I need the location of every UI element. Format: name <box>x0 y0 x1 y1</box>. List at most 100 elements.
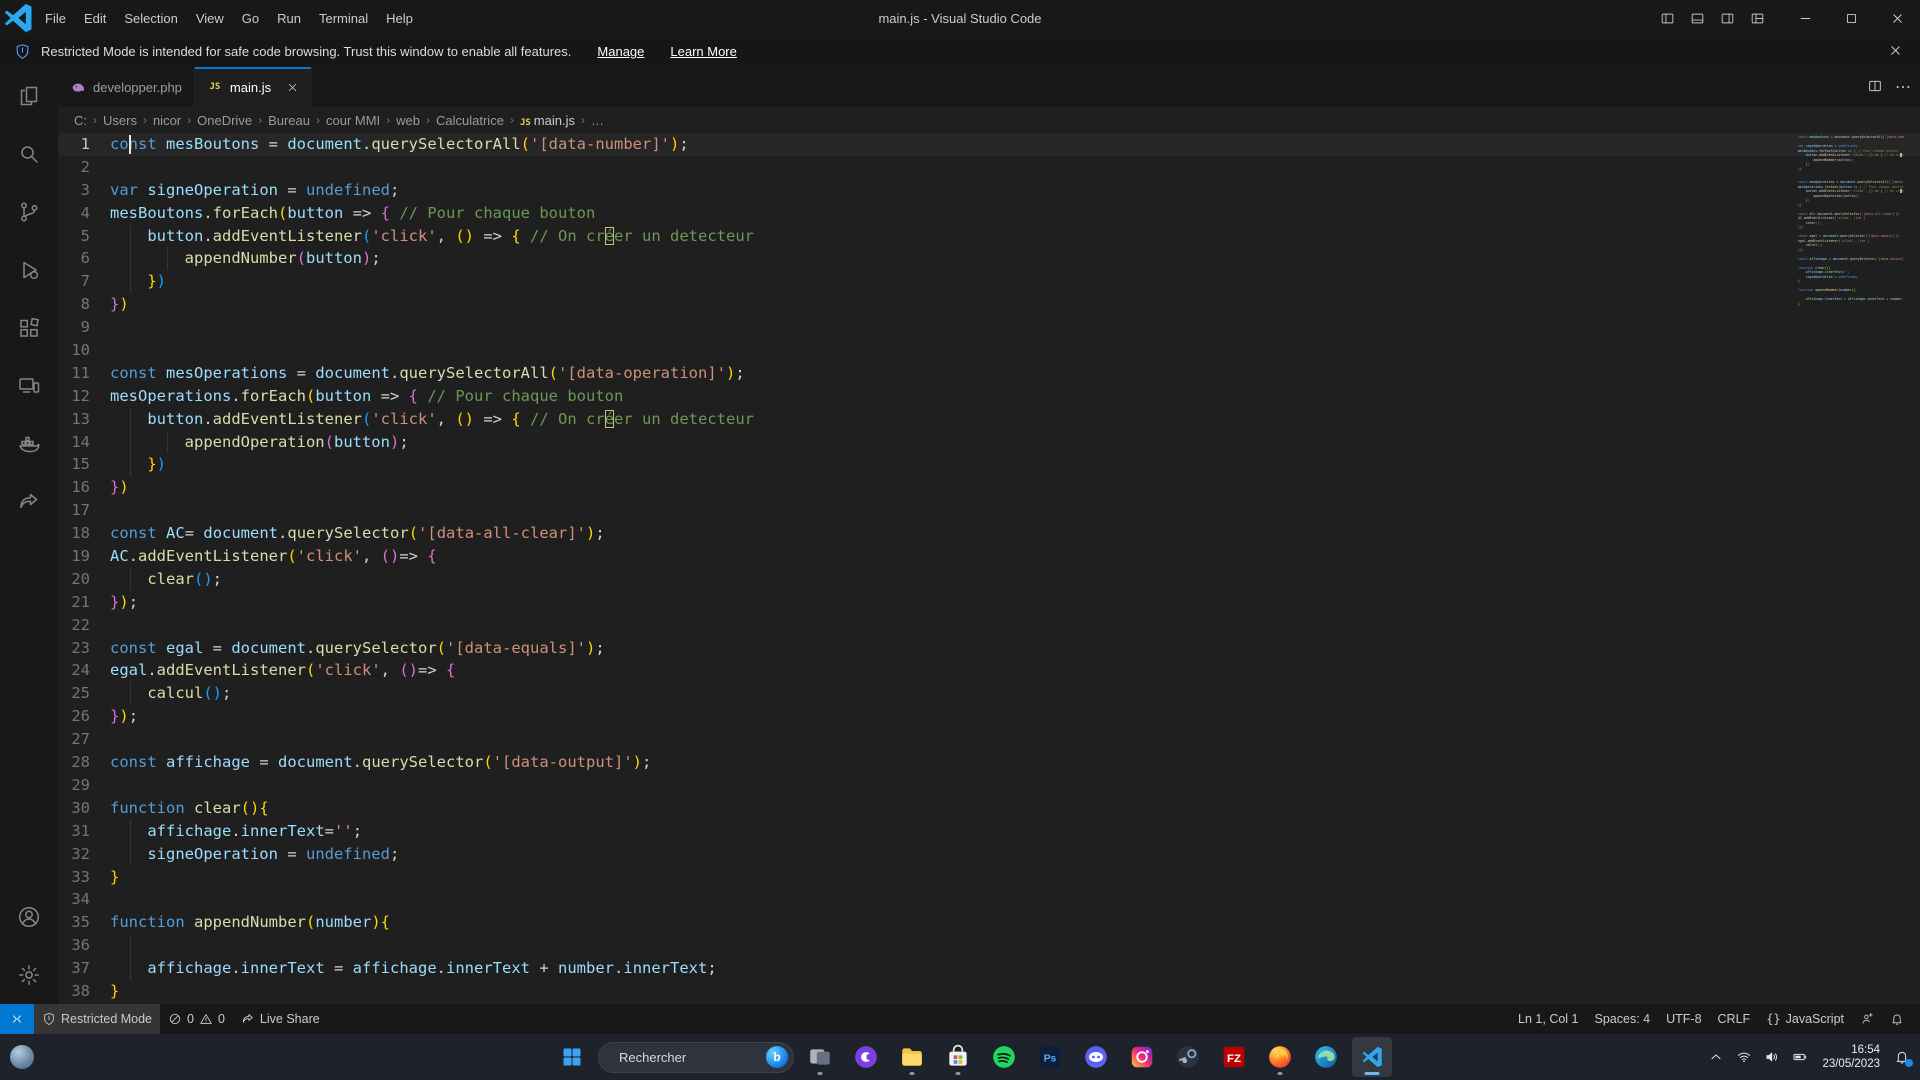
line-number[interactable]: 10 <box>58 339 110 362</box>
code-line[interactable]: 25 calcul(); <box>58 682 1920 705</box>
code-line[interactable]: 28const affichage = document.querySelect… <box>58 751 1920 774</box>
taskbar-search[interactable]: Rechercher b <box>598 1042 794 1073</box>
taskbar-clock[interactable]: 16:54 23/05/2023 <box>1816 1043 1886 1071</box>
layout-sidebar-left-icon[interactable] <box>1652 4 1682 32</box>
code-editor[interactable]: 1const mesBoutons = document.querySelect… <box>58 133 1920 1004</box>
line-number[interactable]: 29 <box>58 774 110 797</box>
line-number[interactable]: 5 <box>58 225 110 248</box>
taskbar-app-microsoft-store[interactable] <box>938 1037 978 1077</box>
line-number[interactable]: 14 <box>58 431 110 454</box>
code-line[interactable]: 24egal.addEventListener('click', ()=> { <box>58 659 1920 682</box>
code-line[interactable]: 21}); <box>58 591 1920 614</box>
line-number[interactable]: 37 <box>58 957 110 980</box>
line-number[interactable]: 15 <box>58 453 110 476</box>
line-number[interactable]: 17 <box>58 499 110 522</box>
code-line[interactable]: 35function appendNumber(number){ <box>58 911 1920 934</box>
code-line[interactable]: 32 signeOperation = undefined; <box>58 843 1920 866</box>
code-line[interactable]: 4mesBoutons.forEach(button => { // Pour … <box>58 202 1920 225</box>
status-cursor-position[interactable]: Ln 1, Col 1 <box>1510 1004 1586 1034</box>
menu-help[interactable]: Help <box>377 7 422 30</box>
code-line[interactable]: 1const mesBoutons = document.querySelect… <box>58 133 1920 156</box>
volume-icon[interactable] <box>1760 1044 1784 1070</box>
tab-developper.php[interactable]: developper.php <box>58 67 195 107</box>
breadcrumb-item[interactable]: Users <box>103 113 137 128</box>
code-line[interactable]: 18const AC= document.querySelector('[dat… <box>58 522 1920 545</box>
line-number[interactable]: 25 <box>58 682 110 705</box>
line-number[interactable]: 20 <box>58 568 110 591</box>
status-encoding[interactable]: UTF-8 <box>1658 1004 1709 1034</box>
code-line[interactable]: 6 appendNumber(button); <box>58 247 1920 270</box>
activity-settings[interactable] <box>0 946 58 1004</box>
split-editor-icon[interactable] <box>1867 78 1883 97</box>
breadcrumb-item[interactable]: web <box>396 113 420 128</box>
line-number[interactable]: 16 <box>58 476 110 499</box>
more-icon[interactable]: ⋯ <box>1895 77 1912 97</box>
code-line[interactable]: 16}) <box>58 476 1920 499</box>
layout-sidebar-right-icon[interactable] <box>1712 4 1742 32</box>
code-line[interactable]: 38} <box>58 980 1920 1003</box>
line-number[interactable]: 23 <box>58 637 110 660</box>
line-number[interactable]: 3 <box>58 179 110 202</box>
menu-run[interactable]: Run <box>268 7 310 30</box>
status-live-share[interactable]: Live Share <box>233 1004 328 1034</box>
activity-explorer[interactable] <box>0 67 58 125</box>
layout-panel-icon[interactable] <box>1682 4 1712 32</box>
breadcrumb-item[interactable]: C: <box>74 113 87 128</box>
breadcrumb-item[interactable]: OneDrive <box>197 113 252 128</box>
tab-close-icon[interactable] <box>286 81 299 94</box>
activity-live-share[interactable] <box>0 473 58 531</box>
code-line[interactable]: 30function clear(){ <box>58 797 1920 820</box>
taskbar-app-discord[interactable] <box>1076 1037 1116 1077</box>
taskbar-app-file-explorer[interactable] <box>892 1037 932 1077</box>
menu-terminal[interactable]: Terminal <box>310 7 377 30</box>
taskbar-app-game[interactable] <box>1168 1037 1208 1077</box>
breadcrumb-item[interactable]: nicor <box>153 113 181 128</box>
code-line[interactable]: 2 <box>58 156 1920 179</box>
taskbar-app-vscode[interactable] <box>1352 1037 1392 1077</box>
status-eol-sequence[interactable]: CRLF <box>1710 1004 1759 1034</box>
taskbar-app-clipchamp[interactable] <box>846 1037 886 1077</box>
line-number[interactable]: 6 <box>58 247 110 270</box>
line-number[interactable]: 27 <box>58 728 110 751</box>
taskbar-app-edge[interactable] <box>1306 1037 1346 1077</box>
status-language-mode[interactable]: {}JavaScript <box>1758 1004 1852 1034</box>
status-notifications[interactable] <box>1882 1004 1912 1034</box>
activity-search[interactable] <box>0 125 58 183</box>
notification-bell-icon[interactable] <box>1890 1044 1914 1070</box>
activity-accounts[interactable] <box>0 888 58 946</box>
line-number[interactable]: 12 <box>58 385 110 408</box>
line-number[interactable]: 24 <box>58 659 110 682</box>
breadcrumb-symbol[interactable]: … <box>591 113 604 128</box>
status-feedback[interactable] <box>1852 1004 1882 1034</box>
line-number[interactable]: 7 <box>58 270 110 293</box>
tray-chevron-up-icon[interactable] <box>1704 1044 1728 1070</box>
line-number[interactable]: 9 <box>58 316 110 339</box>
code-line[interactable]: 9 <box>58 316 1920 339</box>
activity-extensions[interactable] <box>0 299 58 357</box>
line-number[interactable]: 32 <box>58 843 110 866</box>
line-number[interactable]: 28 <box>58 751 110 774</box>
line-number[interactable]: 34 <box>58 888 110 911</box>
maximize-button[interactable] <box>1828 0 1874 36</box>
code-line[interactable]: 8}) <box>58 293 1920 316</box>
menu-view[interactable]: View <box>187 7 233 30</box>
line-number[interactable]: 4 <box>58 202 110 225</box>
taskbar-app-firefox[interactable] <box>1260 1037 1300 1077</box>
status-indentation[interactable]: Spaces: 4 <box>1587 1004 1659 1034</box>
line-number[interactable]: 26 <box>58 705 110 728</box>
widgets-icon[interactable] <box>10 1045 34 1069</box>
line-number[interactable]: 18 <box>58 522 110 545</box>
line-number[interactable]: 11 <box>58 362 110 385</box>
code-line[interactable]: 14 appendOperation(button); <box>58 431 1920 454</box>
taskbar-app-instagram[interactable] <box>1122 1037 1162 1077</box>
menu-edit[interactable]: Edit <box>75 7 115 30</box>
taskbar-app-photoshop[interactable]: Ps <box>1030 1037 1070 1077</box>
code-line[interactable]: 13 button.addEventListener('click', () =… <box>58 408 1920 431</box>
manage-link[interactable]: Manage <box>597 44 644 59</box>
activity-docker[interactable] <box>0 415 58 473</box>
learn-more-link[interactable]: Learn More <box>670 44 736 59</box>
breadcrumb-file[interactable]: main.js <box>534 113 575 128</box>
minimize-button[interactable] <box>1782 0 1828 36</box>
breadcrumb-item[interactable]: Calculatrice <box>436 113 504 128</box>
code-line[interactable]: 17 <box>58 499 1920 522</box>
